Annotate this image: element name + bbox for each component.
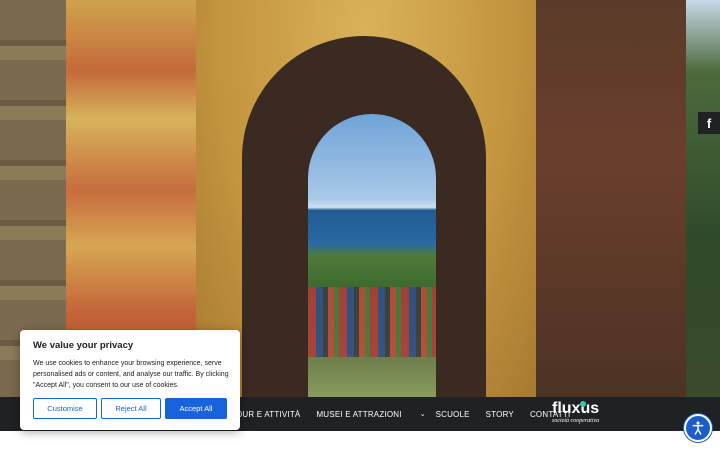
trees [686,0,720,397]
cookie-description: We use cookies to enhance your browsing … [33,360,229,389]
reject-all-button[interactable]: Reject All [101,398,161,419]
cookie-consent-dialog: We value your privacy We use cookies to … [20,330,240,430]
accessibility-button[interactable] [684,414,712,442]
accept-all-button[interactable]: Accept All [165,398,227,419]
chevron-down-icon[interactable]: ⌄ [420,410,426,418]
facebook-icon: f [706,115,712,131]
shaded-wall [536,0,686,397]
nav-item-tour[interactable]: OUR E ATTIVITÀ [228,410,308,419]
customise-button[interactable]: Customise [33,398,97,419]
nav-menu: OUR E ATTIVITÀ MUSEI E ATTRAZIONI ⌄ SCUO… [228,397,578,431]
hikers-group [308,287,436,357]
accessibility-icon [692,421,704,435]
logo-tagline: società cooperativa [552,418,600,424]
logo-dot [580,401,586,407]
cookie-title: We value your privacy [33,340,134,351]
nav-item-story[interactable]: STORY [478,410,522,419]
site-logo[interactable]: fluxus società cooperativa [552,401,614,427]
nav-item-scuole[interactable]: SCUOLE [428,410,478,419]
nav-item-musei[interactable]: MUSEI E ATTRAZIONI [308,410,409,419]
arch-view [308,114,436,397]
facebook-link[interactable]: f [698,112,720,134]
